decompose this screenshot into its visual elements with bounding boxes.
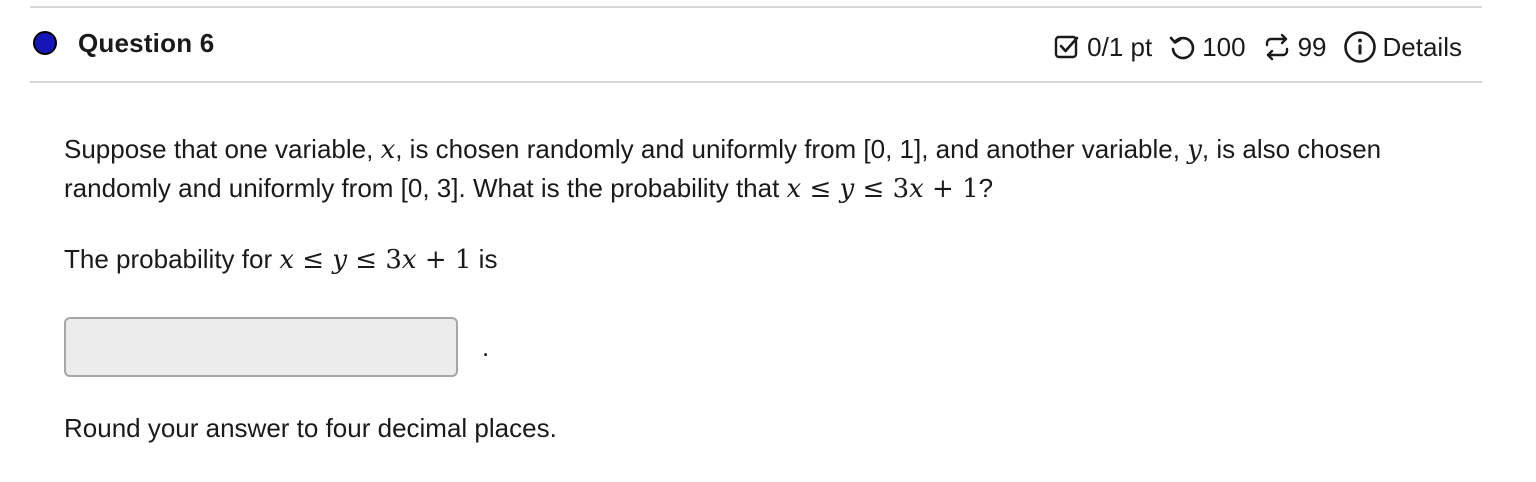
- question-text: Suppose that one variable, x, is chosen …: [64, 130, 1484, 208]
- question-status-dot: [33, 31, 57, 55]
- math-x: x: [401, 245, 417, 275]
- math-inequality: x ≤ y ≤ 3x + 1: [279, 245, 471, 275]
- checkbox-score-icon: [1053, 33, 1081, 61]
- details-link[interactable]: Details: [1383, 32, 1462, 63]
- answer-period: .: [482, 332, 490, 362]
- question-mark: ?: [978, 173, 994, 203]
- info-icon[interactable]: [1343, 30, 1377, 64]
- math-le: ≤: [294, 245, 333, 275]
- retries-count: 99: [1297, 31, 1327, 62]
- math-x: x: [909, 174, 924, 204]
- question-text-part: Suppose that one variable,: [64, 134, 381, 164]
- repeat-icon: [1262, 33, 1292, 61]
- math-variable-x: x: [380, 135, 396, 165]
- math-y: y: [839, 174, 855, 204]
- math-variable-y: y: [1187, 135, 1202, 165]
- question-header: Question 6 0/1 pt 100 99 Details: [0, 8, 1536, 81]
- attempts-count: 100: [1202, 31, 1246, 62]
- undo-icon: [1168, 33, 1196, 61]
- math-plus-one: + 1: [416, 245, 472, 275]
- answer-row: .: [64, 317, 489, 377]
- math-three: 3: [892, 174, 910, 204]
- question-title: Question 6: [78, 28, 215, 58]
- math-le: ≤: [801, 174, 840, 204]
- answer-prompt-text: The probability for: [64, 244, 280, 274]
- math-plus-one: + 1: [923, 174, 979, 204]
- math-three: 3: [385, 245, 402, 275]
- math-y: y: [332, 245, 348, 275]
- rounding-instruction: Round your answer to four decimal places…: [64, 413, 557, 443]
- math-le: ≤: [854, 174, 893, 204]
- points-value: 0/1 pt: [1087, 31, 1153, 62]
- math-x: x: [279, 245, 294, 275]
- question-text-part: , is chosen randomly and uniformly from …: [395, 134, 1188, 164]
- header-divider: [30, 81, 1482, 83]
- answer-input[interactable]: [64, 317, 458, 377]
- math-x: x: [786, 174, 802, 204]
- answer-prompt: The probability for x ≤ y ≤ 3x + 1 is: [64, 240, 497, 279]
- math-inequality: x ≤ y ≤ 3x + 1: [787, 174, 979, 204]
- question-meta: 0/1 pt 100 99 Details: [1053, 30, 1462, 64]
- math-le: ≤: [347, 245, 386, 275]
- answer-prompt-text: is: [471, 244, 498, 274]
